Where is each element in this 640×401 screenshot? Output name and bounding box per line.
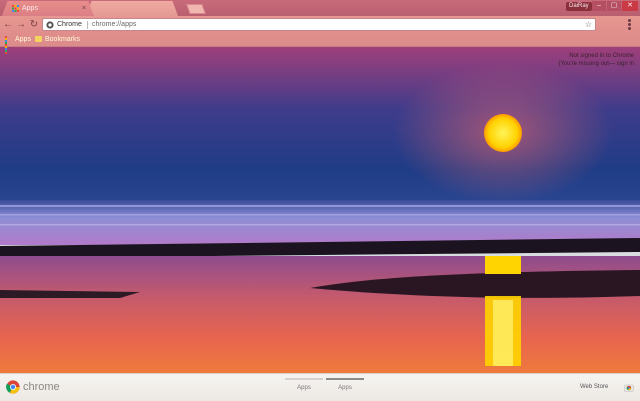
minimize-button[interactable]: – <box>592 1 606 11</box>
page-switcher-2[interactable]: Apps <box>326 378 364 394</box>
toolbar: ← → ↻ Chrome chrome://apps ☆ <box>0 16 640 34</box>
back-arrow-icon[interactable]: ← <box>2 19 14 31</box>
tab-strip: Apps × DaiRay – ▢ ✕ <box>0 0 640 16</box>
page-indicator <box>285 378 323 380</box>
tab-label: Apps <box>22 5 38 12</box>
reload-icon[interactable]: ↻ <box>28 19 40 31</box>
apps-grid-icon <box>12 5 19 12</box>
folder-icon <box>35 36 42 43</box>
signin-notice: Not signed in to Chrome (You're missing … <box>558 52 634 68</box>
new-tab-button[interactable] <box>186 4 206 14</box>
bookmark-apps[interactable]: Apps <box>5 34 31 54</box>
bookmark-apps-label: Apps <box>15 36 31 43</box>
tab-apps[interactable]: Apps × <box>2 1 94 16</box>
page-label: Apps <box>338 385 352 391</box>
chrome-page-icon <box>46 21 54 29</box>
ntp-footer: chrome Apps Apps Web Store <box>0 373 640 401</box>
omnibox[interactable]: Chrome chrome://apps ☆ <box>42 18 596 31</box>
web-store-icon[interactable] <box>624 382 634 392</box>
omnibox-chip: Chrome <box>57 21 82 28</box>
page-label: Apps <box>297 385 311 391</box>
omnibox-url[interactable]: chrome://apps <box>92 19 136 31</box>
star-icon[interactable]: ☆ <box>585 19 592 31</box>
bookmark-folder-label: Bookmarks <box>45 36 81 43</box>
close-window-button[interactable]: ✕ <box>622 1 638 11</box>
signin-link[interactable]: sign in <box>617 61 634 67</box>
bookmarks-bar: Apps Bookmarks <box>0 34 640 54</box>
page-indicator <box>326 378 364 380</box>
web-store-link[interactable]: Web Store <box>580 383 608 391</box>
signin-line2: (You're missing out— <box>558 61 615 67</box>
chrome-logo-icon <box>6 380 20 394</box>
close-icon[interactable]: × <box>82 1 86 16</box>
theme-background <box>0 0 640 373</box>
tab-inactive[interactable] <box>86 1 178 16</box>
maximize-button[interactable]: ▢ <box>607 1 621 11</box>
signin-line1: Not signed in to Chrome <box>569 53 634 59</box>
omnibox-separator <box>87 21 88 29</box>
apps-grid-icon <box>5 35 12 54</box>
page-switcher-1[interactable]: Apps <box>285 378 323 394</box>
bookmark-folder[interactable]: Bookmarks <box>35 34 80 46</box>
forward-arrow-icon[interactable]: → <box>15 19 27 31</box>
menu-dots-icon[interactable] <box>624 19 634 31</box>
chrome-wordmark: chrome <box>23 381 60 393</box>
profile-button[interactable]: DaiRay <box>566 2 592 11</box>
